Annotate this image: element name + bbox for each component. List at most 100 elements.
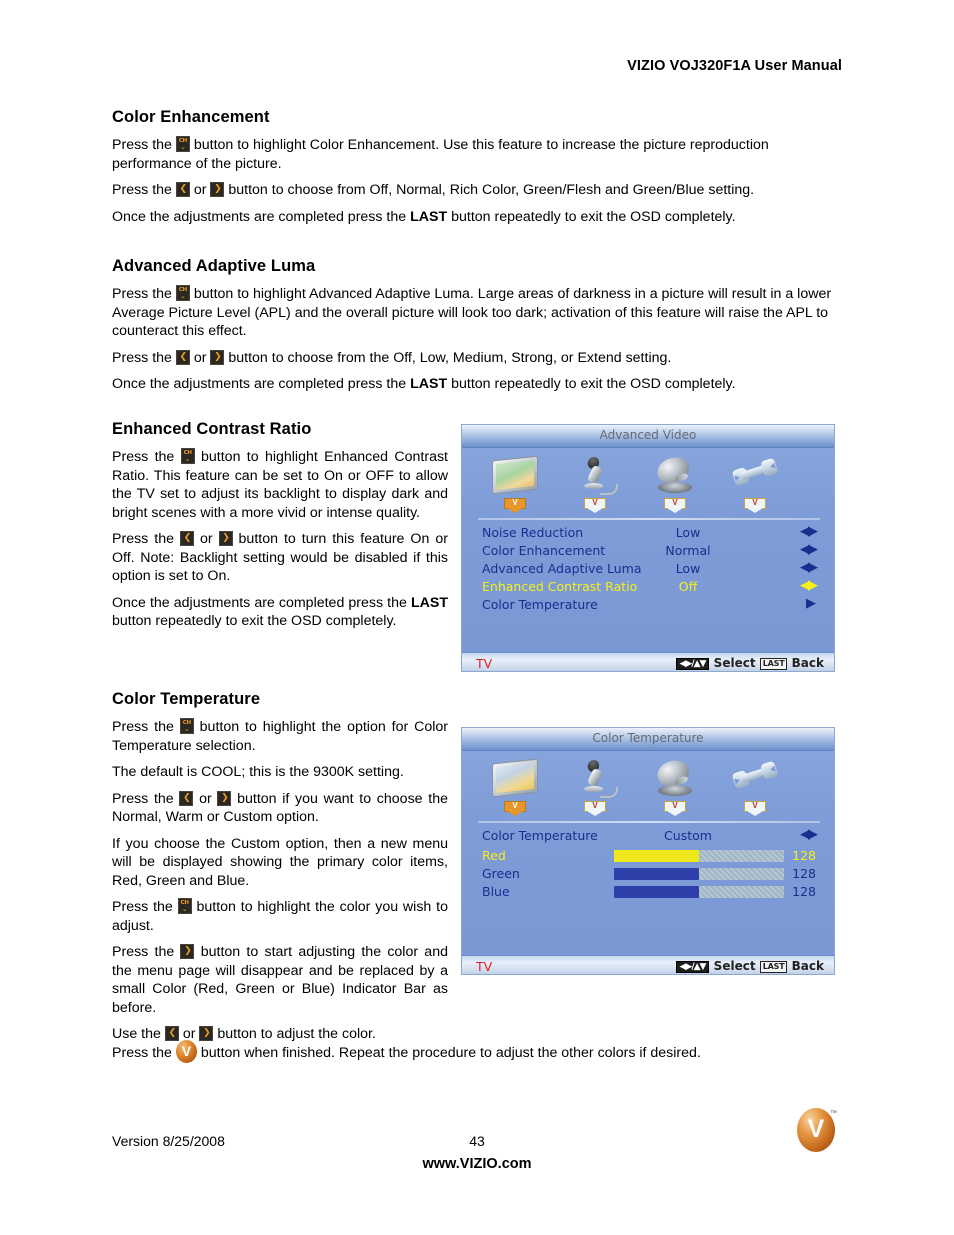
slider-track[interactable] [614, 850, 784, 862]
left-arrow-button-icon: ❮ [175, 349, 190, 365]
menu-row-color-enhancement[interactable]: Color Enhancement Normal ◀▶ [478, 542, 820, 560]
text-fragment: Press the [112, 182, 172, 198]
osd-title: Color Temperature [592, 731, 704, 745]
osd-advanced-video: Advanced Video V V V V Noise Reduction L… [461, 424, 835, 672]
text-fragment: Press the [112, 449, 175, 465]
badge-label: V [752, 801, 758, 810]
badge-label: V [672, 801, 678, 810]
osd-footer-hints: ◀▶/▲▼ Select LAST Back [675, 656, 824, 670]
tuner-satellite-dish-icon [640, 756, 710, 801]
badge-label: V [512, 801, 518, 810]
audio-microphone-icon [560, 454, 630, 498]
menu-row-noise-reduction[interactable]: Noise Reduction Low ◀▶ [478, 524, 820, 542]
right-arrow-button-icon: ❯ [210, 182, 225, 197]
text-fragment: Press the [112, 349, 172, 366]
slider-row-green[interactable]: Green 128 [478, 865, 820, 883]
osd-title-bar: Color Temperature [462, 728, 834, 751]
category-badge: V [744, 801, 766, 816]
setup-wrench-icon [720, 757, 790, 801]
osd-category-setup[interactable]: V [720, 757, 790, 819]
page-title-enhanced-contrast-ratio: Enhanced Contrast Ratio [112, 420, 312, 438]
category-badge: V [744, 498, 766, 513]
menu-row-enhanced-contrast-ratio[interactable]: Enhanced Contrast Ratio Off ◀▶ [478, 578, 820, 596]
select-hint-label: Select [713, 959, 756, 973]
left-right-arrow-icon: ◀▶ [800, 578, 818, 593]
text-fragment: Press the [112, 790, 174, 807]
osd-title-bar: Advanced Video [462, 425, 834, 448]
osd-body: V V [462, 448, 834, 652]
osd-category-audio[interactable]: V [560, 454, 630, 516]
osd-title: Advanced Video [599, 428, 697, 442]
status-badge-source: TV [476, 959, 493, 974]
paragraph: Press the ❮ or ❯ button to choose from O… [112, 181, 842, 200]
menu-row-color-temperature[interactable]: Color Temperature ▶ [478, 596, 820, 614]
trademark-mark: ™ [830, 1110, 837, 1117]
osd-category-tuner[interactable]: V [640, 756, 710, 819]
channel-down-button-icon: CH ⌄ [175, 136, 190, 152]
osd-footer: TV ◀▶/▲▼ Select LAST Back [462, 652, 834, 671]
text-fragment: Press the [112, 531, 174, 547]
menu-row-color-temperature-mode[interactable]: Color Temperature Custom ◀▶ [478, 827, 820, 847]
setup-wrench-icon [720, 454, 790, 498]
vizio-menu-button-icon [175, 1040, 197, 1063]
badge-label: V [752, 498, 758, 507]
last-key-name: LAST [410, 208, 448, 225]
slider-row-red[interactable]: Red 128 [478, 847, 820, 865]
back-hint-label: Back [791, 959, 824, 973]
slider-label: Blue [482, 884, 510, 899]
menu-value: Low [675, 561, 701, 576]
osd-category-tuner[interactable]: V [640, 453, 710, 516]
status-badge-source: TV [476, 656, 493, 671]
text-fragment: button to choose from the Off, Low, Medi… [228, 349, 672, 366]
audio-microphone-icon [560, 757, 630, 801]
osd-category-picture[interactable]: V [480, 757, 550, 819]
category-badge: V [504, 801, 526, 816]
osd-footer: TV ◀▶/▲▼ Select LAST Back [462, 955, 834, 974]
footer-page-number: 43 [469, 1133, 485, 1149]
osd-category-picture[interactable]: V [480, 454, 550, 516]
osd-category-setup[interactable]: V [720, 454, 790, 516]
menu-label: Noise Reduction [482, 525, 584, 540]
paragraph: The default is COOL; this is the 9300K s… [112, 764, 404, 780]
text-fragment: or [193, 349, 207, 366]
left-arrow-button-icon: ❮ [179, 790, 194, 806]
paragraph: Press the CH ⌄ button to highlight Enhanc… [112, 448, 448, 522]
text-fragment: Once the adjustments are completed press… [112, 376, 407, 392]
menu-row-advanced-adaptive-luma[interactable]: Advanced Adaptive Luma Low ◀▶ [478, 560, 820, 578]
page-title-color-enhancement: Color Enhancement [112, 108, 270, 126]
text-fragment: Press the [112, 137, 172, 153]
osd-category-icons: V V V V [480, 756, 790, 819]
category-badge: V [584, 801, 606, 816]
text-fragment: Press the [112, 286, 172, 302]
slider-value: 128 [792, 848, 816, 863]
page-title-color-temperature: Color Temperature [112, 690, 261, 708]
menu-value: Low [675, 525, 701, 540]
category-badge: V [584, 498, 606, 513]
last-key-name: LAST [410, 594, 448, 611]
slider-row-blue[interactable]: Blue 128 [478, 883, 820, 901]
text-fragment: Press the [112, 899, 173, 915]
paragraph: Once the adjustments are completed press… [112, 208, 842, 227]
slider-value: 128 [792, 884, 816, 899]
osd-category-icons: V V V V [480, 453, 790, 516]
last-key-name: LAST [410, 376, 448, 392]
slider-value: 128 [792, 866, 816, 881]
right-arrow-button-icon: ❯ [218, 531, 233, 546]
section-advanced-adaptive-luma: Advanced Adaptive Luma Press the CH ⌄ but… [112, 257, 842, 402]
text-fragment: or [193, 182, 207, 198]
text-fragment: or [199, 531, 213, 547]
badge-label: V [672, 498, 678, 507]
channel-down-button-icon: CH ⌄ [177, 898, 192, 914]
paragraph: Press the ❮ or ❯ button to turn this fea… [112, 530, 448, 586]
osd-category-audio[interactable]: V [560, 757, 630, 819]
section-enhanced-contrast-ratio: Enhanced Contrast Ratio Press the CH ⌄ bu… [112, 420, 448, 639]
osd-menu-list: Color Temperature Custom ◀▶ Red 128 Gree… [478, 827, 820, 901]
section-color-enhancement: Color Enhancement Press the CH ⌄ button t… [112, 108, 842, 234]
paragraph: Press the ❯ button to start adjusting th… [112, 943, 448, 1017]
dpad-icon: ◀▶/▲▼ [675, 961, 710, 973]
slider-track[interactable] [614, 868, 784, 880]
channel-down-button-icon: CH ⌄ [179, 718, 194, 734]
right-arrow-button-icon: ❯ [199, 1026, 214, 1041]
slider-track[interactable] [614, 886, 784, 898]
paragraph: Press the ❮ or ❯ button if you want to c… [112, 790, 448, 827]
